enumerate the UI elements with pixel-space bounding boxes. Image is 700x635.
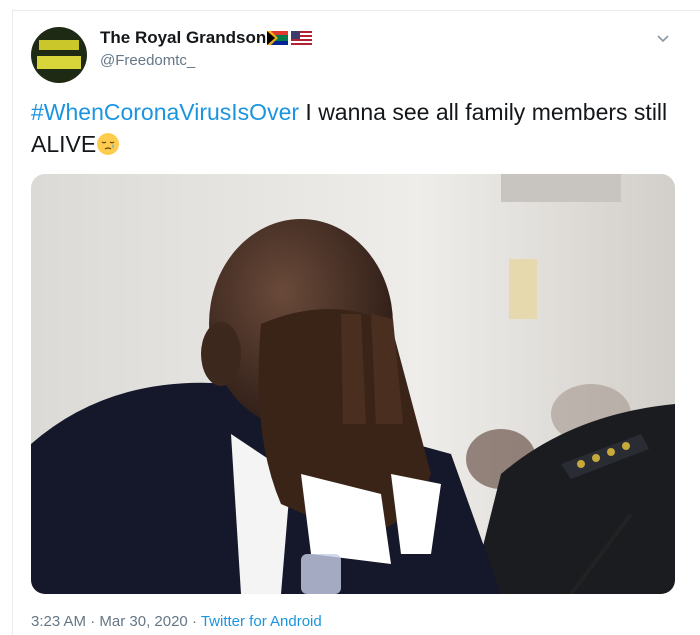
flag-icons	[267, 30, 313, 51]
crying-face-icon	[97, 133, 120, 155]
avatar-sign	[37, 56, 81, 69]
user-avatar[interactable]	[31, 27, 87, 83]
avatar-sign	[39, 40, 79, 50]
flag-south-africa-icon	[267, 31, 312, 45]
hashtag-link[interactable]: #WhenCoronaVirusIsOver	[31, 99, 299, 125]
user-display-name[interactable]: The Royal Grandson	[100, 28, 266, 48]
tweet-photo[interactable]	[31, 174, 675, 594]
tweet-time[interactable]: 3:23 AM	[31, 613, 86, 630]
meta-separator: ·	[187, 613, 201, 630]
tweet-text: #WhenCoronaVirusIsOver I wanna see all f…	[31, 96, 671, 160]
user-handle[interactable]: @Freedomtc_	[100, 52, 195, 69]
tweet-date[interactable]: Mar 30, 2020	[99, 613, 187, 630]
meta-separator: ·	[86, 613, 100, 630]
chevron-down-icon[interactable]	[655, 30, 671, 46]
tweet-meta: 3:23 AM · Mar 30, 2020 · Twitter for And…	[31, 613, 322, 630]
tweet-source-link[interactable]: Twitter for Android	[201, 613, 322, 630]
man-covering-face-photo	[31, 174, 675, 594]
